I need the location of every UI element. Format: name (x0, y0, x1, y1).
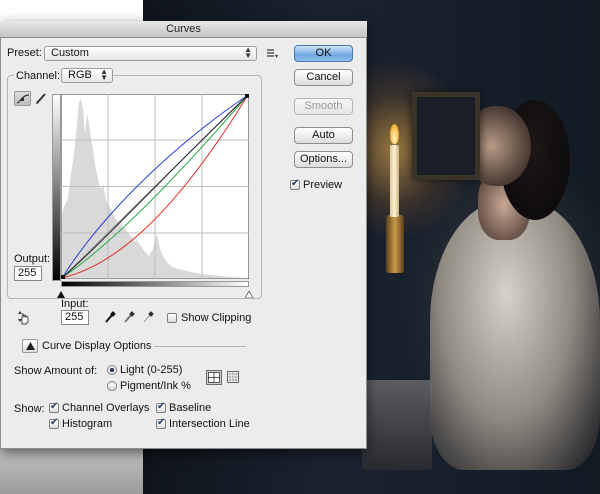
cancel-button[interactable]: Cancel (294, 69, 353, 86)
channel-overlays-checkbox[interactable] (49, 401, 59, 413)
desktop-dock-strip (0, 445, 143, 494)
options-button[interactable]: Options... (294, 151, 353, 168)
output-field[interactable]: 255 (14, 266, 42, 281)
photo-candle-flame (390, 124, 399, 144)
light-radio[interactable] (107, 365, 117, 375)
channel-value: RGB (68, 69, 92, 81)
curve-display-options-toggle[interactable] (22, 339, 38, 353)
photo-candle (390, 145, 399, 217)
pigment-radio[interactable] (107, 381, 117, 391)
grid-10x10-icon[interactable] (227, 371, 239, 383)
baseline-checkbox[interactable] (156, 401, 166, 413)
show-clipping-label: Show Clipping (181, 312, 252, 324)
histogram-label: Histogram (62, 418, 113, 430)
input-label: Input: (61, 298, 89, 310)
pencil-icon[interactable] (35, 92, 47, 105)
channel-label: Channel: (14, 70, 63, 82)
curves-graph[interactable] (61, 94, 249, 279)
show-clipping-checkbox[interactable] (167, 313, 177, 323)
show-label: Show: (14, 403, 45, 415)
curve-point-icon (16, 94, 30, 104)
show-amount-label: Show Amount of: (14, 365, 98, 377)
dropdown-arrows-icon: ▲ ▼ (244, 45, 252, 60)
hand-adjust-icon[interactable] (16, 311, 32, 325)
baseline-label: Baseline (169, 402, 212, 414)
intersection-line-checkbox[interactable] (156, 417, 166, 429)
histogram-checkbox[interactable] (49, 417, 59, 429)
photo-figure-body (430, 200, 600, 470)
preset-label: Preset: (7, 47, 42, 59)
pigment-option-label: Pigment/Ink % (120, 380, 191, 392)
light-option-label: Light (0-255) (120, 364, 183, 376)
curve-display-options-label: Curve Display Options (42, 340, 152, 352)
eyedropper-black-icon[interactable] (104, 311, 116, 324)
channel-dropdown[interactable]: RGB ▲ ▼ (61, 68, 113, 83)
eyedropper-gray-icon[interactable] (123, 311, 135, 324)
dialog-title[interactable]: Curves (0, 21, 367, 38)
preset-options-icon[interactable] (266, 47, 278, 59)
eyedropper-white-icon[interactable] (142, 311, 154, 324)
channel-overlays-label: Channel Overlays (62, 402, 150, 414)
smooth-button[interactable]: Smooth (294, 98, 353, 115)
preset-value: Custom (51, 47, 89, 59)
curve-point-tool-button[interactable] (14, 91, 31, 106)
divider (154, 346, 246, 347)
preview-checkbox[interactable] (290, 178, 300, 190)
curve-endpoint-white (245, 94, 249, 98)
photo-table (362, 380, 432, 470)
curve-endpoint-black (61, 275, 65, 279)
ok-button[interactable]: OK (294, 45, 353, 62)
dropdown-arrows-icon: ▲ ▼ (100, 67, 108, 82)
photo-candle-holder (386, 215, 404, 273)
triangle-up-icon (26, 342, 35, 350)
photo-picture-frame (412, 92, 480, 180)
preset-dropdown[interactable]: Custom ▲ ▼ (44, 46, 257, 61)
preview-label: Preview (303, 179, 343, 191)
input-gradient-bar (61, 281, 249, 287)
intersection-line-label: Intersection Line (169, 418, 250, 430)
output-label: Output: (14, 253, 51, 265)
input-field[interactable]: 255 (61, 310, 89, 325)
grid-4x4-icon[interactable] (206, 370, 222, 385)
output-gradient-bar (52, 94, 61, 281)
auto-button[interactable]: Auto (294, 127, 353, 144)
white-point-slider[interactable] (244, 289, 254, 301)
